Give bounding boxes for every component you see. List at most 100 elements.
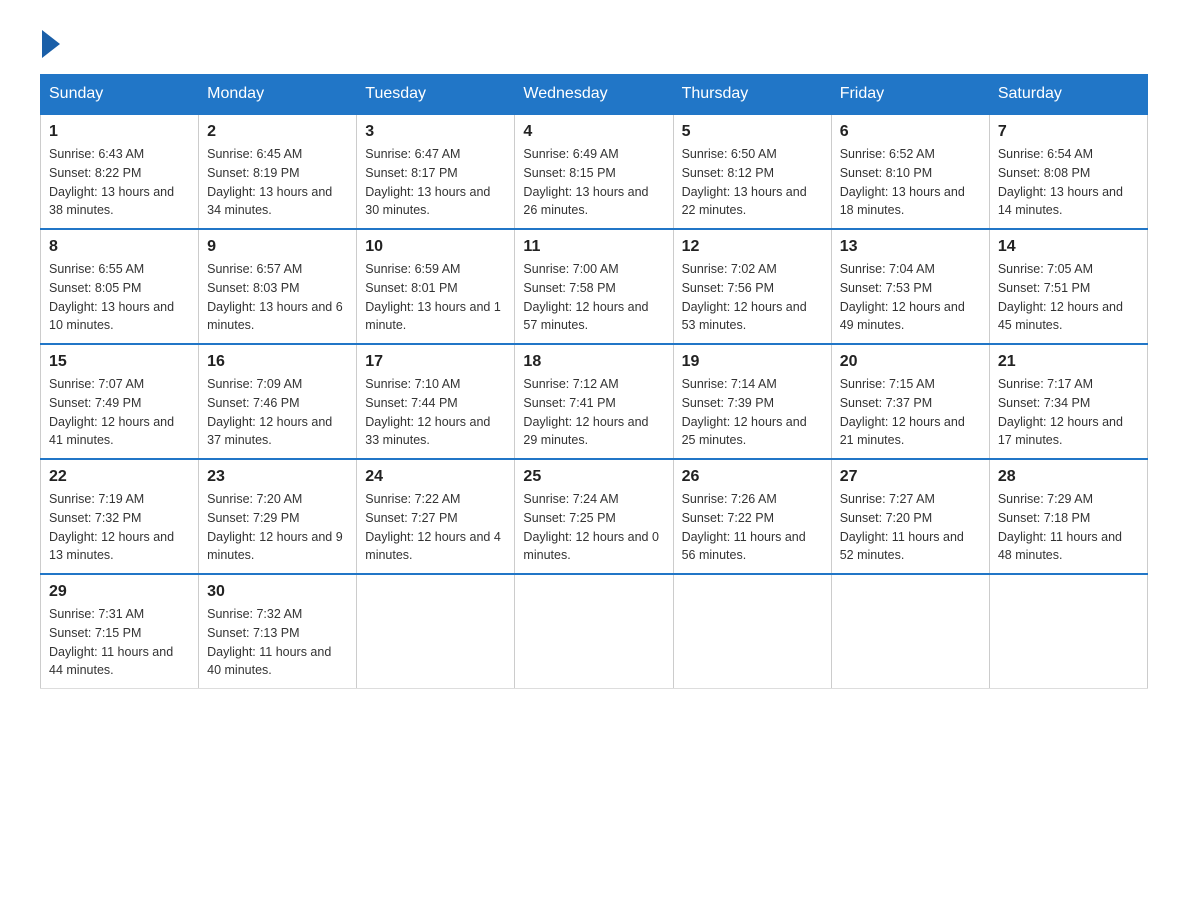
- day-number: 14: [998, 238, 1139, 256]
- day-number: 4: [523, 123, 664, 141]
- day-number: 27: [840, 468, 981, 486]
- day-number: 21: [998, 353, 1139, 371]
- day-info: Sunrise: 6:45 AMSunset: 8:19 PMDaylight:…: [207, 145, 348, 220]
- day-info: Sunrise: 7:27 AMSunset: 7:20 PMDaylight:…: [840, 490, 981, 565]
- week-row-4: 22 Sunrise: 7:19 AMSunset: 7:32 PMDaylig…: [41, 459, 1148, 574]
- calendar-cell: 8 Sunrise: 6:55 AMSunset: 8:05 PMDayligh…: [41, 229, 199, 344]
- day-info: Sunrise: 7:04 AMSunset: 7:53 PMDaylight:…: [840, 260, 981, 335]
- calendar-cell: 23 Sunrise: 7:20 AMSunset: 7:29 PMDaylig…: [199, 459, 357, 574]
- day-info: Sunrise: 7:05 AMSunset: 7:51 PMDaylight:…: [998, 260, 1139, 335]
- calendar-cell: 27 Sunrise: 7:27 AMSunset: 7:20 PMDaylig…: [831, 459, 989, 574]
- day-number: 2: [207, 123, 348, 141]
- day-number: 22: [49, 468, 190, 486]
- day-number: 23: [207, 468, 348, 486]
- calendar-cell: 12 Sunrise: 7:02 AMSunset: 7:56 PMDaylig…: [673, 229, 831, 344]
- header-row: SundayMondayTuesdayWednesdayThursdayFrid…: [41, 75, 1148, 115]
- day-number: 6: [840, 123, 981, 141]
- day-info: Sunrise: 7:12 AMSunset: 7:41 PMDaylight:…: [523, 375, 664, 450]
- calendar-cell: 1 Sunrise: 6:43 AMSunset: 8:22 PMDayligh…: [41, 114, 199, 229]
- calendar-cell: 15 Sunrise: 7:07 AMSunset: 7:49 PMDaylig…: [41, 344, 199, 459]
- calendar-cell: 11 Sunrise: 7:00 AMSunset: 7:58 PMDaylig…: [515, 229, 673, 344]
- day-number: 1: [49, 123, 190, 141]
- day-info: Sunrise: 7:26 AMSunset: 7:22 PMDaylight:…: [682, 490, 823, 565]
- calendar-cell: [515, 574, 673, 689]
- day-info: Sunrise: 7:32 AMSunset: 7:13 PMDaylight:…: [207, 605, 348, 680]
- week-row-1: 1 Sunrise: 6:43 AMSunset: 8:22 PMDayligh…: [41, 114, 1148, 229]
- day-number: 20: [840, 353, 981, 371]
- header-sunday: Sunday: [41, 75, 199, 115]
- day-info: Sunrise: 6:54 AMSunset: 8:08 PMDaylight:…: [998, 145, 1139, 220]
- day-info: Sunrise: 7:02 AMSunset: 7:56 PMDaylight:…: [682, 260, 823, 335]
- day-number: 12: [682, 238, 823, 256]
- header-thursday: Thursday: [673, 75, 831, 115]
- calendar-cell: 13 Sunrise: 7:04 AMSunset: 7:53 PMDaylig…: [831, 229, 989, 344]
- day-number: 29: [49, 583, 190, 601]
- calendar-cell: [673, 574, 831, 689]
- day-number: 9: [207, 238, 348, 256]
- calendar-cell: [831, 574, 989, 689]
- day-info: Sunrise: 7:14 AMSunset: 7:39 PMDaylight:…: [682, 375, 823, 450]
- week-row-5: 29 Sunrise: 7:31 AMSunset: 7:15 PMDaylig…: [41, 574, 1148, 689]
- day-info: Sunrise: 6:55 AMSunset: 8:05 PMDaylight:…: [49, 260, 190, 335]
- header-wednesday: Wednesday: [515, 75, 673, 115]
- day-info: Sunrise: 7:24 AMSunset: 7:25 PMDaylight:…: [523, 490, 664, 565]
- header-saturday: Saturday: [989, 75, 1147, 115]
- header-friday: Friday: [831, 75, 989, 115]
- day-info: Sunrise: 6:52 AMSunset: 8:10 PMDaylight:…: [840, 145, 981, 220]
- day-number: 3: [365, 123, 506, 141]
- calendar-cell: 3 Sunrise: 6:47 AMSunset: 8:17 PMDayligh…: [357, 114, 515, 229]
- day-info: Sunrise: 7:17 AMSunset: 7:34 PMDaylight:…: [998, 375, 1139, 450]
- day-info: Sunrise: 6:43 AMSunset: 8:22 PMDaylight:…: [49, 145, 190, 220]
- week-row-3: 15 Sunrise: 7:07 AMSunset: 7:49 PMDaylig…: [41, 344, 1148, 459]
- calendar-cell: 16 Sunrise: 7:09 AMSunset: 7:46 PMDaylig…: [199, 344, 357, 459]
- day-number: 24: [365, 468, 506, 486]
- day-number: 8: [49, 238, 190, 256]
- day-number: 5: [682, 123, 823, 141]
- day-info: Sunrise: 6:50 AMSunset: 8:12 PMDaylight:…: [682, 145, 823, 220]
- calendar-cell: 24 Sunrise: 7:22 AMSunset: 7:27 PMDaylig…: [357, 459, 515, 574]
- day-number: 15: [49, 353, 190, 371]
- calendar-cell: 28 Sunrise: 7:29 AMSunset: 7:18 PMDaylig…: [989, 459, 1147, 574]
- calendar-cell: 26 Sunrise: 7:26 AMSunset: 7:22 PMDaylig…: [673, 459, 831, 574]
- calendar-cell: 18 Sunrise: 7:12 AMSunset: 7:41 PMDaylig…: [515, 344, 673, 459]
- day-info: Sunrise: 7:20 AMSunset: 7:29 PMDaylight:…: [207, 490, 348, 565]
- calendar-cell: 4 Sunrise: 6:49 AMSunset: 8:15 PMDayligh…: [515, 114, 673, 229]
- day-info: Sunrise: 7:29 AMSunset: 7:18 PMDaylight:…: [998, 490, 1139, 565]
- calendar-cell: 20 Sunrise: 7:15 AMSunset: 7:37 PMDaylig…: [831, 344, 989, 459]
- logo-arrow-icon: [42, 30, 60, 58]
- day-info: Sunrise: 7:00 AMSunset: 7:58 PMDaylight:…: [523, 260, 664, 335]
- day-number: 25: [523, 468, 664, 486]
- calendar-cell: 6 Sunrise: 6:52 AMSunset: 8:10 PMDayligh…: [831, 114, 989, 229]
- day-number: 28: [998, 468, 1139, 486]
- day-number: 18: [523, 353, 664, 371]
- calendar-cell: 10 Sunrise: 6:59 AMSunset: 8:01 PMDaylig…: [357, 229, 515, 344]
- day-info: Sunrise: 6:49 AMSunset: 8:15 PMDaylight:…: [523, 145, 664, 220]
- day-info: Sunrise: 7:22 AMSunset: 7:27 PMDaylight:…: [365, 490, 506, 565]
- day-number: 17: [365, 353, 506, 371]
- calendar-cell: 21 Sunrise: 7:17 AMSunset: 7:34 PMDaylig…: [989, 344, 1147, 459]
- header-tuesday: Tuesday: [357, 75, 515, 115]
- day-number: 26: [682, 468, 823, 486]
- calendar-cell: 7 Sunrise: 6:54 AMSunset: 8:08 PMDayligh…: [989, 114, 1147, 229]
- calendar-header: SundayMondayTuesdayWednesdayThursdayFrid…: [41, 75, 1148, 115]
- day-info: Sunrise: 6:47 AMSunset: 8:17 PMDaylight:…: [365, 145, 506, 220]
- calendar-cell: 5 Sunrise: 6:50 AMSunset: 8:12 PMDayligh…: [673, 114, 831, 229]
- day-number: 30: [207, 583, 348, 601]
- calendar-cell: 22 Sunrise: 7:19 AMSunset: 7:32 PMDaylig…: [41, 459, 199, 574]
- calendar-cell: 25 Sunrise: 7:24 AMSunset: 7:25 PMDaylig…: [515, 459, 673, 574]
- day-number: 7: [998, 123, 1139, 141]
- calendar-cell: [989, 574, 1147, 689]
- day-number: 19: [682, 353, 823, 371]
- day-info: Sunrise: 7:31 AMSunset: 7:15 PMDaylight:…: [49, 605, 190, 680]
- day-info: Sunrise: 7:09 AMSunset: 7:46 PMDaylight:…: [207, 375, 348, 450]
- day-number: 10: [365, 238, 506, 256]
- calendar-cell: 29 Sunrise: 7:31 AMSunset: 7:15 PMDaylig…: [41, 574, 199, 689]
- calendar-cell: 9 Sunrise: 6:57 AMSunset: 8:03 PMDayligh…: [199, 229, 357, 344]
- calendar-cell: 30 Sunrise: 7:32 AMSunset: 7:13 PMDaylig…: [199, 574, 357, 689]
- day-info: Sunrise: 6:59 AMSunset: 8:01 PMDaylight:…: [365, 260, 506, 335]
- calendar-cell: [357, 574, 515, 689]
- calendar-cell: 19 Sunrise: 7:14 AMSunset: 7:39 PMDaylig…: [673, 344, 831, 459]
- logo: [40, 30, 60, 54]
- day-info: Sunrise: 7:19 AMSunset: 7:32 PMDaylight:…: [49, 490, 190, 565]
- day-info: Sunrise: 7:15 AMSunset: 7:37 PMDaylight:…: [840, 375, 981, 450]
